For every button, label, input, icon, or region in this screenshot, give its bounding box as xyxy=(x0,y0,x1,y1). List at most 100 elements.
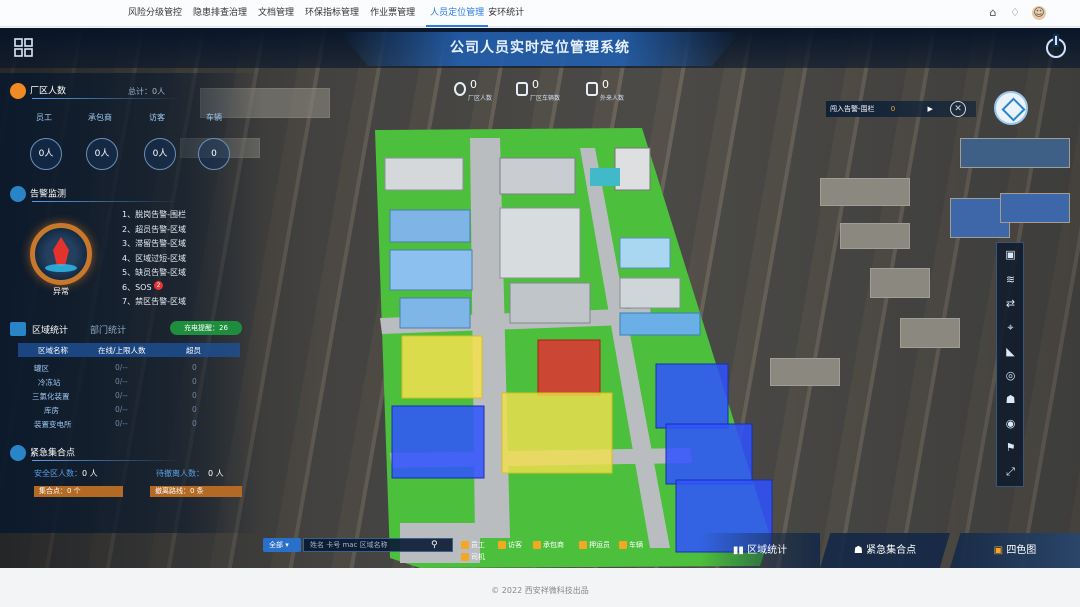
alarm-header: 告警监测 xyxy=(10,186,182,202)
camera-icon[interactable]: ◣ xyxy=(1003,344,1018,359)
alarm-item[interactable]: 7、禁区告警-区域 xyxy=(122,295,242,310)
tab-department-stats[interactable]: 部门统计 xyxy=(90,323,126,336)
right-toolbar: ▣ ≋ ⇄ ⌖ ◣ ◎ ☗ ◉ ⚑ ⤢ xyxy=(996,242,1024,487)
four-color-map-button[interactable]: ▣ 四色图 xyxy=(950,533,1080,568)
terrain-block xyxy=(900,318,960,348)
section-title: 厂区人数 xyxy=(30,86,67,97)
location-pin-icon xyxy=(10,445,26,461)
copyright-text: © 2022 西安祥微科技出品 xyxy=(491,586,589,595)
plant-3d-model[interactable] xyxy=(350,118,790,568)
alarm-item[interactable]: 3、滞留告警-区域 xyxy=(122,237,242,252)
category-visitor: 访客 xyxy=(149,113,165,122)
alarm-item[interactable]: 1、脱岗告警-围栏 xyxy=(122,208,242,223)
building xyxy=(619,237,671,269)
map-pin-icon[interactable]: ◉ xyxy=(1003,416,1018,431)
nav-risk[interactable]: 风险分级管控 xyxy=(128,0,193,27)
3d-view-toggle-icon[interactable] xyxy=(994,91,1028,125)
divider xyxy=(32,98,182,99)
scope-dropdown[interactable]: 全部 ▾ xyxy=(263,538,301,552)
grid-menu-icon[interactable] xyxy=(14,38,34,58)
table-cell: 0 xyxy=(192,363,197,372)
alarm-item[interactable]: 2、超员告警-区域 xyxy=(122,223,242,238)
sos-count-badge: 2 xyxy=(154,280,164,290)
stat-value: 0 xyxy=(532,78,539,91)
building xyxy=(619,312,701,336)
person-locate-icon[interactable]: ⌖ xyxy=(1003,320,1018,335)
layers-icon[interactable]: ≋ xyxy=(1003,272,1018,287)
yellow-risk-zone[interactable] xyxy=(401,335,483,399)
nav-docs[interactable]: 文档管理 xyxy=(258,0,305,27)
table-cell[interactable]: 装置变电所 xyxy=(34,419,72,430)
target-icon[interactable]: ◎ xyxy=(1003,368,1018,383)
assembly-point-button[interactable]: ☗ 紧急集合点 xyxy=(820,533,950,568)
filter-contractor[interactable]: 承包商 xyxy=(533,540,564,550)
chart-icon xyxy=(10,322,26,336)
blue-risk-zone[interactable] xyxy=(391,405,485,479)
table-cell[interactable]: 冷冻站 xyxy=(38,377,61,388)
section-title: 紧急集合点 xyxy=(30,448,76,459)
nav-personnel-location[interactable]: 人员定位管理 xyxy=(426,0,489,27)
stat-value: 0 xyxy=(470,78,477,91)
bell-icon[interactable]: ♢ xyxy=(1008,6,1022,20)
filter-escort[interactable]: 押运员 xyxy=(579,540,610,550)
table-cell[interactable]: 罐区 xyxy=(34,363,49,374)
building xyxy=(619,277,681,309)
table-cell: 0 xyxy=(192,419,197,428)
assembly-point-count[interactable]: 集合点：0 个 xyxy=(34,486,123,497)
table-cell: 0 xyxy=(192,405,197,414)
play-icon[interactable]: ▶ xyxy=(927,105,932,113)
table-cell[interactable]: 三氯化装置 xyxy=(32,391,70,402)
alarm-item-label: 6、SOS xyxy=(122,282,152,292)
top-navigation: 风险分级管控 隐患排查治理 文档管理 环保指标管理 作业票管理 人员定位管理 安… xyxy=(0,0,1080,27)
alarm-icon xyxy=(10,186,26,202)
fullscreen-icon[interactable]: ⤢ xyxy=(1003,464,1018,479)
nav-env[interactable]: 环保指标管理 xyxy=(305,0,370,27)
alarm-item[interactable]: 5、缺员告警-区域 xyxy=(122,266,242,281)
power-icon[interactable] xyxy=(1046,36,1066,58)
contractor-count[interactable]: 0人 xyxy=(86,138,118,170)
search-bar: 全部 ▾ 姓名 卡号 mac 区域名称 ⚲ xyxy=(263,538,453,552)
flag-icon[interactable]: ⚑ xyxy=(1003,440,1018,455)
nav-hazard[interactable]: 隐患排查治理 xyxy=(193,0,258,27)
pending-evac-label: 待撤离人数： xyxy=(156,469,204,478)
visitor-count[interactable]: 0人 xyxy=(144,138,176,170)
swap-icon[interactable]: ⇄ xyxy=(1003,296,1018,311)
yellow-risk-zone[interactable] xyxy=(501,392,613,474)
filter-employee[interactable]: 员工 xyxy=(461,540,485,550)
alarm-item-sos[interactable]: 6、SOS 2 xyxy=(122,280,242,296)
screen-icon[interactable]: ▣ xyxy=(1003,247,1018,262)
button-label: 四色图 xyxy=(1006,545,1037,556)
red-risk-zone[interactable] xyxy=(537,339,601,396)
charge-reminder-badge[interactable]: 充电提醒：26 xyxy=(170,321,242,335)
filter-visitor[interactable]: 访客 xyxy=(498,540,522,550)
map-view[interactable]: 公司人员实时定位管理系统 0 厂区人数 0 厂区车辆数 0 外来人数 厂区人数 … xyxy=(0,28,1080,568)
search-icon[interactable]: ⚲ xyxy=(431,538,445,552)
user-avatar-icon[interactable]: ☺ xyxy=(1032,6,1046,20)
table-cell: 0/-- xyxy=(115,419,128,428)
home-icon[interactable]: ⌂ xyxy=(986,6,1000,20)
process-unit xyxy=(499,207,581,279)
blue-risk-zone[interactable] xyxy=(665,423,753,485)
nav-statistics[interactable]: 安环统计 xyxy=(488,0,535,27)
filter-driver[interactable]: 司机 xyxy=(461,552,485,562)
table-cell: 0 xyxy=(192,377,197,386)
alarm-item[interactable]: 4、区域过短-区域 xyxy=(122,252,242,267)
table-cell: 0/-- xyxy=(115,391,128,400)
filter-vehicle[interactable]: 车辆 xyxy=(619,540,643,550)
nav-worktickets[interactable]: 作业票管理 xyxy=(370,0,426,27)
table-cell[interactable]: 库房 xyxy=(44,405,59,416)
footer: © 2022 西安祥微科技出品 xyxy=(0,568,1080,607)
employee-count[interactable]: 0人 xyxy=(30,138,62,170)
close-icon[interactable]: ✕ xyxy=(950,101,966,117)
area-stats-button[interactable]: ▮▮ 区域统计 xyxy=(700,533,820,568)
tab-area-stats[interactable]: 区域统计 xyxy=(32,323,68,336)
alarm-status-text: 异常 xyxy=(53,287,69,296)
top-menu: 风险分级管控 隐患排查治理 文档管理 环保指标管理 作业票管理 人员定位管理 安… xyxy=(128,0,535,27)
blue-risk-zone[interactable] xyxy=(655,363,729,429)
total-count: 总计：0人 xyxy=(128,87,166,96)
category-contractor: 承包商 xyxy=(88,113,112,122)
evac-route-count[interactable]: 撤离路线：0 条 xyxy=(150,486,242,497)
vehicle-count[interactable]: 0 xyxy=(198,138,230,170)
group-icon[interactable]: ☗ xyxy=(1003,392,1018,407)
alarm-siren-icon xyxy=(45,237,77,272)
